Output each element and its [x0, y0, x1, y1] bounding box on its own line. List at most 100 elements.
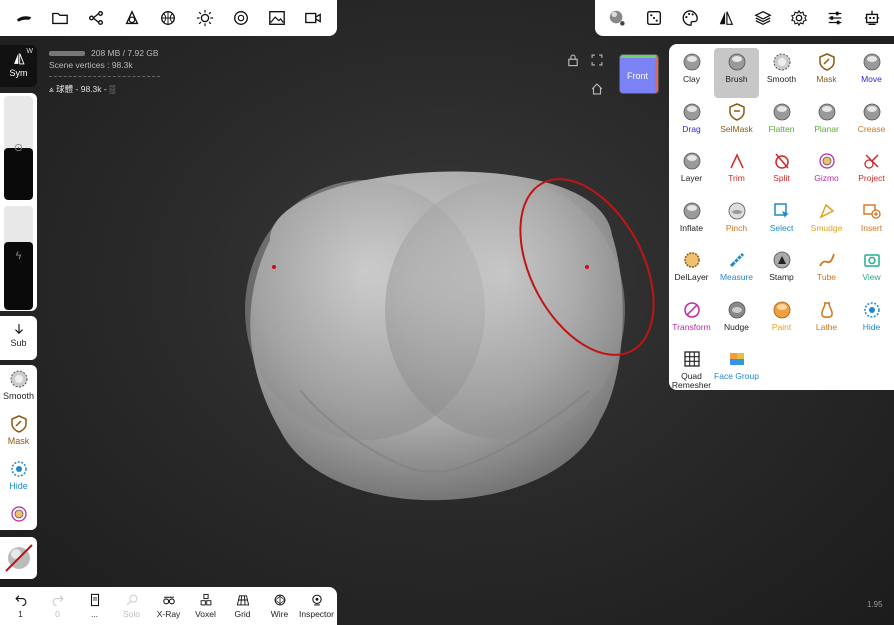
wire-icon: [273, 594, 286, 606]
tool-brush[interactable]: Brush: [714, 48, 759, 98]
symmetry-icon[interactable]: [712, 4, 740, 32]
tool-insert[interactable]: Insert: [849, 197, 894, 247]
tool-transform[interactable]: Transform: [669, 296, 714, 346]
tool-dellayer[interactable]: DelLayer: [669, 246, 714, 296]
tool-selmask[interactable]: SelMask: [714, 98, 759, 148]
tool-clay[interactable]: Clay: [669, 48, 714, 98]
tool-label: Select: [769, 222, 794, 233]
tool-select[interactable]: Select: [759, 197, 804, 247]
tool-label: Brush: [725, 74, 748, 84]
info-divider: [49, 76, 160, 77]
history-button[interactable]: ...: [76, 593, 113, 619]
app-logo-icon[interactable]: [10, 4, 38, 32]
scene-info: 208 MB / 7.92 GB Scene vertices : 98.3k …: [49, 47, 160, 95]
tool-nudge[interactable]: Nudge: [714, 296, 759, 346]
tool-drag[interactable]: Drag: [669, 98, 714, 148]
brush-radius-slider[interactable]: ⊙: [4, 96, 33, 200]
tool-paint[interactable]: Paint: [759, 296, 804, 346]
sliders-icon[interactable]: [821, 4, 849, 32]
palette-icon[interactable]: [676, 4, 704, 32]
symmetry-icon: [13, 53, 25, 65]
wire-button[interactable]: Wire: [261, 593, 298, 619]
tool-label: Face Group: [714, 371, 759, 381]
lighting-sun-icon[interactable]: [191, 4, 219, 32]
brush-icon: [728, 53, 745, 71]
home-icon[interactable]: [590, 82, 604, 96]
active-mesh-info[interactable]: ⩓ 球體 - 98.3k - ░: [49, 83, 160, 95]
mask-shield-icon: [10, 415, 27, 433]
sculpted-sphere[interactable]: [245, 171, 625, 501]
tool-crease[interactable]: Crease: [849, 98, 894, 148]
tool-view[interactable]: View: [849, 246, 894, 296]
material-sphere-icon[interactable]: [603, 4, 631, 32]
quick-tool-mask[interactable]: Mask: [0, 414, 37, 459]
flatten-icon: [773, 103, 790, 120]
tool-smooth[interactable]: Smooth: [759, 48, 804, 98]
material-preview-button[interactable]: [0, 537, 37, 579]
settings-gear-icon[interactable]: [785, 4, 813, 32]
tool-label: Paint: [771, 321, 792, 332]
tool-pinch[interactable]: Pinch: [714, 197, 759, 247]
tool-move[interactable]: Move: [849, 48, 894, 98]
tool-measure[interactable]: Measure: [714, 246, 759, 296]
tool-inflate[interactable]: Inflate: [669, 197, 714, 247]
sub-toggle-button[interactable]: Sub: [0, 316, 37, 360]
tool-split[interactable]: Split: [759, 147, 804, 197]
transform-icon: [683, 301, 700, 318]
tool-layer[interactable]: Layer: [669, 147, 714, 197]
brush-intensity-slider[interactable]: ϟ: [4, 206, 33, 310]
inspector-button[interactable]: Inspector: [298, 593, 335, 619]
symmetry-point-left: [272, 265, 276, 269]
quick-tools-panel: Smooth Mask Hide: [0, 365, 37, 530]
tool-gizmo[interactable]: Gizmo: [804, 147, 849, 197]
primitive-icon[interactable]: [118, 4, 146, 32]
memory-usage: 208 MB / 7.92 GB: [49, 47, 160, 59]
top-left-toolbar: [0, 0, 337, 36]
quick-tool-hide[interactable]: Hide: [0, 459, 37, 504]
tool-trim[interactable]: Trim: [714, 147, 759, 197]
clay-icon: [683, 53, 700, 71]
tool-project[interactable]: Project: [849, 147, 894, 197]
scene-vertices: Scene vertices : 98.3k: [49, 60, 133, 70]
voxel-button[interactable]: Voxel: [187, 593, 224, 619]
topology-sphere-icon[interactable]: [154, 4, 182, 32]
tool-tube[interactable]: Tube: [804, 246, 849, 296]
tool-smudge[interactable]: Smudge: [804, 197, 849, 247]
camera-aperture-icon[interactable]: [227, 4, 255, 32]
fps-counter: 1.95: [867, 600, 883, 609]
smooth-icon: [773, 53, 790, 71]
tool-quad-remesher[interactable]: Quad Remesher: [669, 345, 714, 395]
grid-button[interactable]: Grid: [224, 593, 261, 619]
image-icon[interactable]: [263, 4, 291, 32]
view-cube[interactable]: Front: [620, 55, 658, 93]
quick-tool-smooth[interactable]: Smooth: [0, 369, 37, 414]
scene-tree-icon[interactable]: [82, 4, 110, 32]
tool-planar[interactable]: Planar: [804, 98, 849, 148]
redo-icon: [52, 595, 64, 607]
fullscreen-icon[interactable]: [590, 53, 604, 67]
robot-icon[interactable]: [858, 4, 886, 32]
layers-icon[interactable]: [749, 4, 777, 32]
tool-flatten[interactable]: Flatten: [759, 98, 804, 148]
selmask-icon: [728, 102, 745, 121]
tool-label: Insert: [860, 222, 883, 233]
tool-lathe[interactable]: Lathe: [804, 296, 849, 346]
redo-button[interactable]: 0: [39, 593, 76, 619]
tool-hide[interactable]: Hide: [849, 296, 894, 346]
move-icon: [863, 53, 880, 71]
tool-stamp[interactable]: Stamp: [759, 246, 804, 296]
folder-icon[interactable]: [46, 4, 74, 32]
solo-button[interactable]: Solo: [113, 593, 150, 619]
tool-mask[interactable]: Mask: [804, 48, 849, 98]
lock-icon[interactable]: [566, 53, 580, 67]
drag-icon: [683, 103, 700, 120]
video-icon[interactable]: [299, 4, 327, 32]
tool-face-group[interactable]: Face Group: [714, 345, 759, 395]
undo-button[interactable]: 1: [2, 593, 39, 619]
dice-icon[interactable]: [640, 4, 668, 32]
symmetry-toggle-button[interactable]: W Sym: [0, 45, 37, 87]
insert-icon: [862, 203, 881, 219]
tool-label: Trim: [728, 173, 745, 183]
tool-label: SelMask: [720, 123, 753, 134]
xray-button[interactable]: X-Ray: [150, 593, 187, 619]
